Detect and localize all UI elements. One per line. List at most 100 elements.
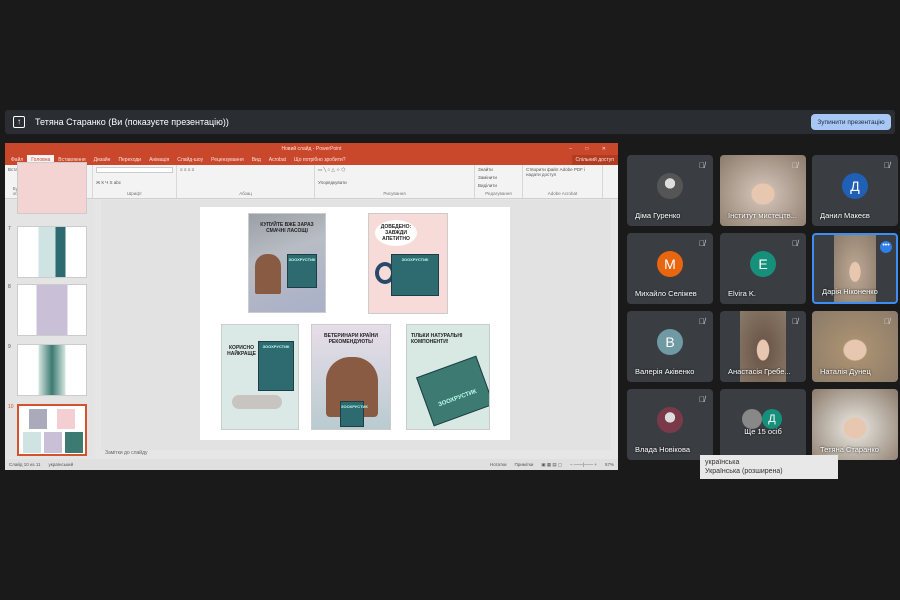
product-box: ЗООХРУСТИК bbox=[391, 254, 439, 296]
slide-thumbnail[interactable] bbox=[17, 344, 87, 396]
poster-image: КОРИСНО НАЙКРАЩЕ ЗООХРУСТИК bbox=[221, 324, 299, 430]
participant-name: Інститут мистецтв... bbox=[728, 211, 797, 220]
participant-tile[interactable]: Влада Новікова 🎙̸ bbox=[627, 389, 713, 460]
group-label: Редагування bbox=[485, 191, 512, 196]
tab-design[interactable]: Дизайн bbox=[90, 155, 115, 165]
thumb-image bbox=[44, 432, 62, 453]
tab-review[interactable]: Рецензування bbox=[207, 155, 248, 165]
participant-tile[interactable]: Тетяна Старанко bbox=[812, 389, 898, 460]
participant-name: Валерія Аківенко bbox=[635, 367, 695, 376]
participant-name: Ще 15 осіб bbox=[744, 427, 782, 436]
poster-image: КУПУЙТЕ ВЖЕ ЗАРАЗ СМАЧНІ ЛАСОЩІ ЗООХРУСТ… bbox=[248, 213, 326, 313]
create-pdf-button[interactable]: Створити файл Adobe PDF і надати доступ bbox=[526, 167, 599, 177]
mic-muted-icon: 🎙̸ bbox=[699, 161, 705, 170]
poster-image: ВЕТЕРИНАРИ КРАЇНИ РЕКОМЕНДУЮТЬ! ЗООХРУСТ… bbox=[311, 324, 391, 430]
participant-name: Данил Макеєв bbox=[820, 211, 870, 220]
tell-me-search[interactable]: Що потрібно зробити? bbox=[290, 155, 350, 165]
mic-muted-icon: 🎙̸ bbox=[792, 317, 798, 326]
participant-tile[interactable]: Анастасія Гребе... 🎙̸ bbox=[720, 311, 806, 382]
tab-acrobat[interactable]: Acrobat bbox=[265, 155, 290, 165]
participant-photo bbox=[657, 407, 683, 433]
tab-view[interactable]: Вид bbox=[248, 155, 265, 165]
product-box: ЗООХРУСТИК bbox=[287, 254, 317, 288]
window-controls[interactable]: – □ ✕ bbox=[569, 143, 612, 155]
title-bar: Новий слайд - PowerPoint – □ ✕ bbox=[5, 143, 618, 155]
slide-thumbnail[interactable] bbox=[17, 162, 87, 214]
notes-button[interactable]: Нотатки bbox=[490, 462, 507, 467]
slide-number: 7 bbox=[8, 226, 11, 232]
participant-tile[interactable]: Д Данил Макеєв 🎙̸ bbox=[812, 155, 898, 226]
participant-photo bbox=[742, 409, 762, 429]
participant-tile[interactable]: Діма Гуренко 🎙̸ bbox=[627, 155, 713, 226]
ribbon-tabs: Файл Головна Вставлення Дизайн Переходи … bbox=[5, 155, 618, 165]
select-button[interactable]: Виділити bbox=[478, 183, 519, 188]
tab-animations[interactable]: Анімація bbox=[145, 155, 173, 165]
participant-tile[interactable]: Дарія Ніконенко ••• bbox=[812, 233, 898, 304]
participant-tile[interactable]: Д Ще 15 осіб bbox=[720, 389, 806, 460]
font-select[interactable] bbox=[96, 167, 173, 173]
notes-placeholder[interactable]: Замітки до слайду bbox=[105, 450, 148, 456]
language-tooltip: українська Українська (розширена) bbox=[700, 455, 838, 479]
poster-caption: ТІЛЬКИ НАТУРАЛЬНІ КОМПОНЕНТИ! bbox=[411, 333, 463, 345]
tooltip-line: українська bbox=[705, 459, 740, 466]
participant-avatar: М bbox=[657, 251, 683, 277]
poster-caption: ДОВЕДЕНО: ЗАВЖДИ АПЕТИТНО bbox=[375, 220, 417, 246]
find-button[interactable]: Знайти bbox=[478, 167, 519, 172]
arrange-button[interactable]: Упорядкувати bbox=[318, 180, 471, 185]
participant-avatar: Д bbox=[762, 409, 782, 429]
slide-number: 10 bbox=[8, 404, 14, 410]
participant-avatar: Д bbox=[842, 173, 868, 199]
group-label: Рисування bbox=[383, 191, 406, 196]
girl-figure bbox=[255, 254, 281, 294]
group-label: Adobe Acrobat bbox=[547, 191, 578, 196]
participant-name: Дарія Ніконенко bbox=[822, 287, 878, 296]
tab-slideshow[interactable]: Слайд-шоу bbox=[173, 155, 207, 165]
participant-tile[interactable]: Інститут мистецтв... 🎙̸ bbox=[720, 155, 806, 226]
font-format-buttons[interactable]: Ж К Ч S abc bbox=[96, 180, 173, 185]
participant-name: Анастасія Гребе... bbox=[728, 367, 791, 376]
view-buttons[interactable]: ▣ ▦ ▤ ▢ bbox=[541, 462, 562, 468]
group-label: Шрифт bbox=[127, 191, 142, 196]
mic-muted-icon: 🎙̸ bbox=[884, 317, 890, 326]
mic-muted-icon: 🎙̸ bbox=[792, 239, 798, 248]
group-label: Абзац bbox=[239, 191, 252, 196]
paragraph-buttons[interactable]: ≡ ≡ ≡ ≡ bbox=[180, 167, 311, 172]
slide-thumbnails-panel: 7 8 9 10 bbox=[5, 162, 95, 458]
participant-tile[interactable]: E Elvira K. 🎙̸ bbox=[720, 233, 806, 304]
participant-tile[interactable]: В Валерія Аківенко 🎙̸ bbox=[627, 311, 713, 382]
slide-thumbnail[interactable] bbox=[17, 284, 87, 336]
participant-name: Тетяна Старанко bbox=[820, 445, 879, 454]
slide-thumbnail-selected[interactable] bbox=[17, 404, 87, 456]
presenter-text: Тетяна Старанко (Ви (показуєте презентац… bbox=[35, 117, 229, 127]
participant-tile[interactable]: М Михайло Селіжев 🎙̸ bbox=[627, 233, 713, 304]
slide-thumbnail[interactable] bbox=[17, 226, 87, 278]
ribbon: ВставитиБуфер обміну Создать слайдМакетС… bbox=[5, 165, 618, 199]
slide-number: 9 bbox=[8, 344, 11, 350]
current-slide[interactable]: КУПУЙТЕ ВЖЕ ЗАРАЗ СМАЧНІ ЛАСОЩІ ЗООХРУСТ… bbox=[200, 207, 510, 440]
thumb-image bbox=[65, 432, 83, 453]
poster-caption: КОРИСНО НАЙКРАЩЕ bbox=[227, 345, 256, 357]
comments-button[interactable]: Примітки bbox=[515, 462, 534, 467]
thumb-image bbox=[57, 409, 75, 429]
poster-caption: ВЕТЕРИНАРИ КРАЇНИ РЕКОМЕНДУЮТЬ! bbox=[324, 333, 378, 345]
share-button[interactable]: Спільний доступ bbox=[571, 155, 618, 165]
thumb-image bbox=[29, 409, 47, 429]
mic-muted-icon: 🎙̸ bbox=[699, 239, 705, 248]
participant-name: Михайло Селіжев bbox=[635, 289, 697, 298]
tab-transitions[interactable]: Переходи bbox=[114, 155, 145, 165]
more-options-icon[interactable]: ••• bbox=[880, 241, 892, 253]
thumb-image bbox=[23, 432, 41, 453]
replace-button[interactable]: Замінити bbox=[478, 175, 519, 180]
mic-muted-icon: 🎙̸ bbox=[699, 395, 705, 404]
participant-name: Діма Гуренко bbox=[635, 211, 681, 220]
shared-powerpoint-window: Новий слайд - PowerPoint – □ ✕ Файл Голо… bbox=[5, 143, 618, 470]
participant-tile[interactable]: Наталія Дунец 🎙̸ bbox=[812, 311, 898, 382]
product-pack: ЗООХРУСТИК bbox=[416, 355, 489, 427]
mic-muted-icon: 🎙̸ bbox=[792, 161, 798, 170]
zoom-level: 57% bbox=[604, 462, 614, 467]
stop-presenting-button[interactable]: Зупинити презентацію bbox=[811, 114, 891, 130]
language-indicator[interactable]: український bbox=[49, 462, 74, 467]
bowl bbox=[232, 395, 282, 409]
shapes-gallery[interactable]: ▭ ╲ ○ △ ☆ ⬠ bbox=[318, 167, 471, 173]
zoom-slider[interactable]: – ——|—— + bbox=[570, 462, 597, 467]
